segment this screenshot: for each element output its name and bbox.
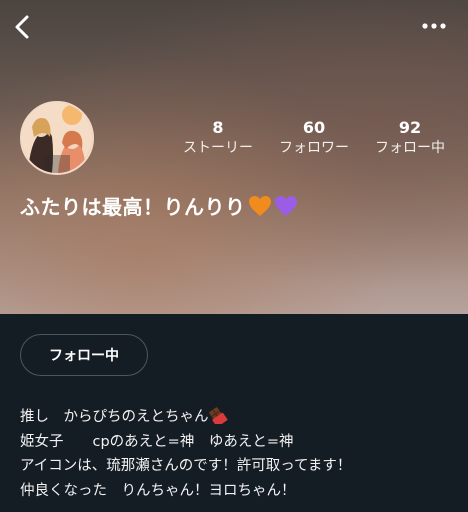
chevron-left-icon <box>15 15 29 39</box>
bio-line-3: アイコンは、琉那瀬さんのです！許可取ってます！ <box>20 458 352 474</box>
profile-header: 8 ストーリー 60 フォロワー 92 フォロー中 ふたりは最高！りんりり <box>0 0 468 314</box>
display-name: ふたりは最高！りんりり <box>20 195 246 219</box>
stat-followers-label: フォロワー <box>279 140 349 156</box>
more-horizontal-icon <box>422 23 446 29</box>
stat-following-count: 92 <box>398 118 422 137</box>
stat-stories[interactable]: 8 ストーリー <box>178 118 258 158</box>
more-options-button[interactable] <box>420 16 448 36</box>
following-button[interactable]: フォロー中 <box>20 334 148 376</box>
display-name-row: ふたりは最高！りんりり <box>20 192 298 222</box>
stat-stories-count: 8 <box>212 118 224 137</box>
bio-line-4: 仲良くなった りんちゃん！ヨロちゃん！ <box>20 482 296 499</box>
stat-stories-label: ストーリー <box>183 140 253 156</box>
purple-heart-icon <box>274 196 297 216</box>
bio-line-2: 姫女子 cpのあえと=神 ゆあえと=神 <box>20 433 294 450</box>
bio-line-1: 推し からぴちのえとちゃん <box>20 409 209 425</box>
stat-following-label: フォロー中 <box>375 140 445 156</box>
profile-stats: 8 ストーリー 60 フォロワー 92 フォロー中 <box>0 118 468 164</box>
bio: 推し からぴちのえとちゃん 姫女子 cpのあえと=神 ゆあえと=神 アイコンは、… <box>20 405 460 503</box>
stat-followers-count: 60 <box>302 118 326 137</box>
chocolate-bar-icon <box>208 407 227 424</box>
bio-line-1-row: 推し からぴちのえとちゃん <box>20 405 460 430</box>
profile-body: フォロー中 推し からぴちのえとちゃん 姫女子 cpのあえと=神 ゆあえと=神 … <box>0 314 468 512</box>
orange-heart-icon <box>248 196 271 216</box>
stat-followers[interactable]: 60 フォロワー <box>274 118 354 158</box>
back-button[interactable] <box>8 12 36 42</box>
stat-following[interactable]: 92 フォロー中 <box>368 118 452 158</box>
